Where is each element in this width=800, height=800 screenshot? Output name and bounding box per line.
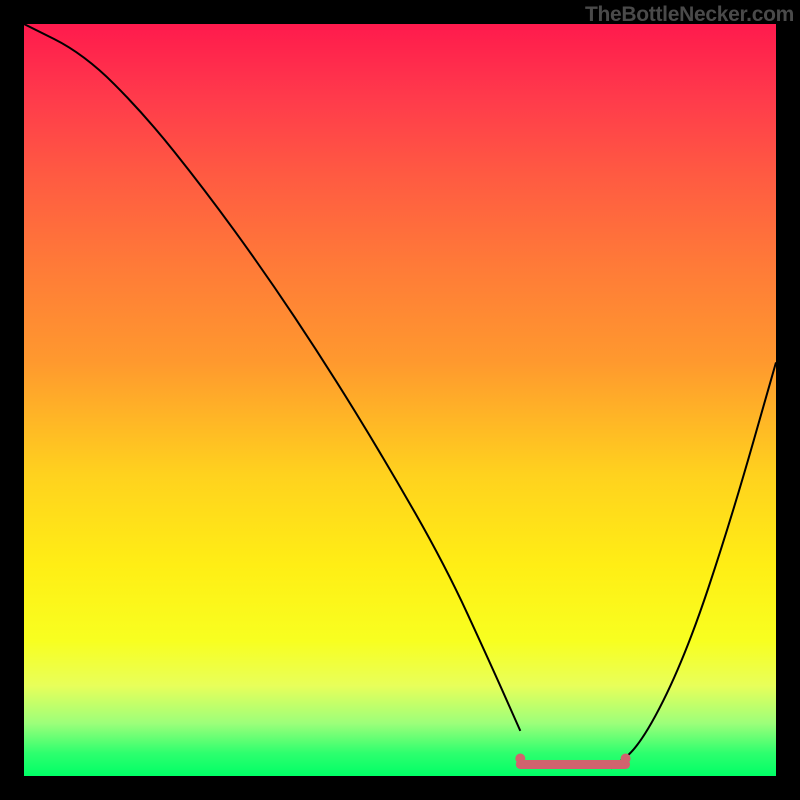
optimum-cap-left — [515, 753, 525, 763]
curve-right-branch — [611, 362, 776, 768]
curve-left-branch — [24, 24, 520, 731]
optimum-cap-right — [621, 753, 631, 763]
bottleneck-curve-svg — [24, 24, 776, 776]
watermark-text: TheBottleNecker.com — [585, 3, 794, 27]
chart-plot-area — [24, 24, 776, 776]
